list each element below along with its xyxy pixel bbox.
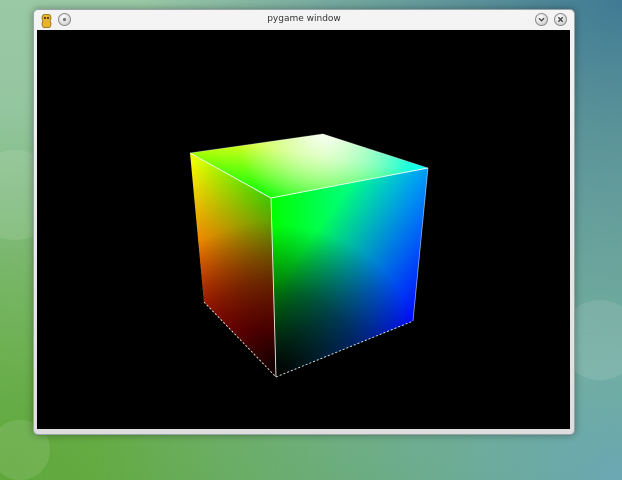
- close-icon: [557, 16, 564, 23]
- rgb-color-cube: [189, 133, 429, 378]
- pygame-window: pygame window: [33, 9, 575, 435]
- window-title: pygame window: [267, 14, 341, 24]
- window-titlebar[interactable]: pygame window: [34, 10, 574, 30]
- minimize-button[interactable]: [535, 13, 548, 26]
- chevron-down-icon: [538, 17, 545, 22]
- pygame-render-surface[interactable]: [37, 30, 570, 429]
- close-button[interactable]: [554, 13, 567, 26]
- cube-front-face: [271, 168, 428, 377]
